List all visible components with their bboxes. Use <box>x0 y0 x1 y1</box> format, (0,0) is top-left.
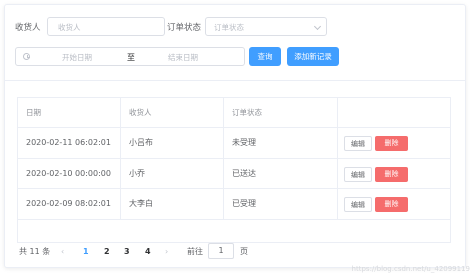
status-select[interactable]: 订单状态 <box>205 17 327 36</box>
delete-button[interactable]: 删除 <box>375 197 408 212</box>
status-placeholder: 订单状态 <box>214 23 244 32</box>
column-header-status: 订单状态 <box>224 98 338 127</box>
end-date-placeholder: 结束日期 <box>168 53 198 62</box>
edit-button[interactable]: 编辑 <box>344 136 372 151</box>
watermark: https://blog.csdn.net/u_42099119 <box>351 265 470 273</box>
cell-actions: 编辑 删除 <box>338 159 450 188</box>
orders-table: 日期 收货人 订单状态 2020-02-11 06:02:01 小吕布 未受理 … <box>17 97 451 243</box>
table-header-row: 日期 收货人 订单状态 <box>18 98 450 128</box>
cell-date: 2020-02-10 00:00:00 <box>18 159 121 188</box>
start-date-placeholder: 开始日期 <box>62 53 92 62</box>
delete-button[interactable]: 删除 <box>375 136 408 151</box>
date-range-picker[interactable]: 开始日期 至 结束日期 <box>15 47 245 66</box>
order-panel: 收货人 收货人 订单状态 订单状态 开始日期 至 结束日期 查询 添加新记录 日… <box>4 4 466 268</box>
edit-button[interactable]: 编辑 <box>344 167 372 182</box>
cell-actions: 编辑 删除 <box>338 128 450 158</box>
page-4[interactable]: 4 <box>145 245 151 259</box>
cell-actions: 编辑 删除 <box>338 189 450 219</box>
receiver-placeholder: 收货人 <box>58 23 81 32</box>
cell-receiver: 大李白 <box>121 189 224 219</box>
edit-button[interactable]: 编辑 <box>344 197 372 212</box>
status-label: 订单状态 <box>167 23 202 33</box>
filter-form: 收货人 收货人 订单状态 订单状态 开始日期 至 结束日期 查询 添加新记录 <box>5 5 465 81</box>
cell-status: 已受理 <box>224 189 338 219</box>
pagination: 共 11 条 ‹ 1 2 3 4 › 前往 1 页 <box>17 243 457 259</box>
goto-page-input[interactable]: 1 <box>208 243 234 259</box>
clock-icon <box>23 53 30 60</box>
chevron-down-icon <box>313 22 322 31</box>
total-count: 共 11 条 <box>19 247 51 256</box>
query-button[interactable]: 查询 <box>249 47 281 66</box>
column-header-date: 日期 <box>18 98 121 127</box>
page-2[interactable]: 2 <box>104 245 110 259</box>
table-row: 2020-02-09 08:02:01 大李白 已受理 编辑 删除 <box>18 189 450 220</box>
prev-page-button[interactable]: ‹ <box>61 245 64 259</box>
cell-receiver: 小吕布 <box>121 128 224 158</box>
goto-label: 前往 <box>187 247 203 256</box>
page-3[interactable]: 3 <box>124 245 130 259</box>
page-unit-label: 页 <box>240 247 248 256</box>
cell-receiver: 小乔 <box>121 159 224 188</box>
add-record-button[interactable]: 添加新记录 <box>287 47 339 66</box>
table-row: 2020-02-11 06:02:01 小吕布 未受理 编辑 删除 <box>18 128 450 159</box>
column-header-receiver: 收货人 <box>121 98 224 127</box>
receiver-input[interactable]: 收货人 <box>47 17 165 36</box>
delete-button[interactable]: 删除 <box>375 167 408 182</box>
next-page-button[interactable]: › <box>165 245 168 259</box>
cell-date: 2020-02-09 08:02:01 <box>18 189 121 219</box>
cell-status: 未受理 <box>224 128 338 158</box>
cell-status: 已送达 <box>224 159 338 188</box>
table-row: 2020-02-10 00:00:00 小乔 已送达 编辑 删除 <box>18 159 450 189</box>
receiver-label: 收货人 <box>15 23 41 33</box>
column-header-actions <box>338 98 450 127</box>
cell-date: 2020-02-11 06:02:01 <box>18 128 121 158</box>
range-separator: 至 <box>127 53 135 62</box>
page-1[interactable]: 1 <box>83 245 89 259</box>
